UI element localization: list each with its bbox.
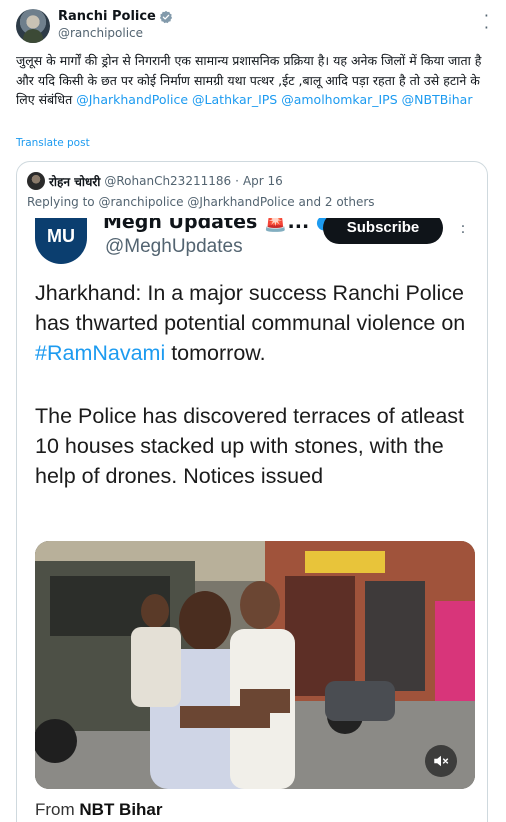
subscribe-button[interactable]: Subscribe — [323, 218, 443, 244]
quoted-author-avatar[interactable] — [27, 172, 45, 190]
replying-to-text[interactable]: Replying to @ranchipolice @JharkhandPoli… — [27, 195, 375, 209]
author-handle[interactable]: @ranchipolice — [58, 26, 143, 40]
quoted-post-date[interactable]: Apr 16 — [243, 174, 283, 188]
news-photo[interactable] — [35, 541, 475, 789]
megh-updates-logo: MU — [35, 218, 87, 264]
quoted-post[interactable]: रोहन चोधरी @RohanCh23211186 · Apr 16 Rep… — [16, 161, 488, 822]
channel-title: Megh Updates 🚨... ● — [103, 218, 332, 233]
quoted-post-header: रोहन चोधरी @RohanCh23211186 · Apr 16 — [27, 172, 283, 190]
body-text: The Police has discovered terraces of at… — [35, 404, 465, 488]
media-more-icon[interactable]: · · — [460, 220, 466, 240]
quoted-author-handle[interactable]: @RohanCh23211186 — [104, 174, 231, 188]
more-icon[interactable]: · · — [484, 8, 490, 36]
logo-text: MU — [47, 226, 75, 246]
post-text: जुलूस के मार्गों की ड्रोन से निगरानी एक … — [16, 51, 492, 110]
mention-link[interactable]: @NBTBihar — [402, 92, 473, 107]
translate-post-link[interactable]: Translate post — [16, 137, 90, 149]
quoted-author-name[interactable]: रोहन चोधरी — [49, 173, 100, 190]
hashtag: #RamNavami — [35, 341, 166, 365]
mute-icon — [434, 755, 449, 767]
headline-text: Jharkhand: In a major success Ranchi Pol… — [35, 278, 475, 368]
author-name-row: Ranchi Police — [58, 9, 173, 24]
verified-badge-icon — [159, 10, 173, 24]
post-header: Ranchi Police @ranchipolice · · — [16, 8, 490, 44]
channel-title-suffix: 🚨... — [263, 218, 310, 233]
headline-part: tomorrow. — [165, 341, 266, 365]
from-source: NBT Bihar — [79, 800, 163, 819]
street-scene-image — [35, 541, 475, 789]
headline-part: Jharkhand: In a major success Ranchi Pol… — [35, 281, 466, 335]
channel-handle: @MeghUpdates — [105, 236, 243, 257]
author-name[interactable]: Ranchi Police — [58, 9, 156, 24]
mention-link[interactable]: @amolhomkar_IPS — [281, 92, 397, 107]
from-prefix: From — [35, 800, 80, 819]
video-source-label: From NBT Bihar — [35, 800, 163, 820]
mute-button[interactable] — [425, 745, 457, 777]
author-avatar[interactable] — [16, 9, 50, 43]
quoted-media[interactable]: MU Megh Updates 🚨... ● @MeghUpdates Subs… — [27, 218, 479, 822]
separator-dot: · — [235, 174, 239, 188]
mention-link[interactable]: @Lathkar_IPS — [192, 92, 277, 107]
channel-title-text: Megh Updates — [103, 218, 258, 233]
mention-link[interactable]: @JharkhandPolice — [76, 92, 188, 107]
